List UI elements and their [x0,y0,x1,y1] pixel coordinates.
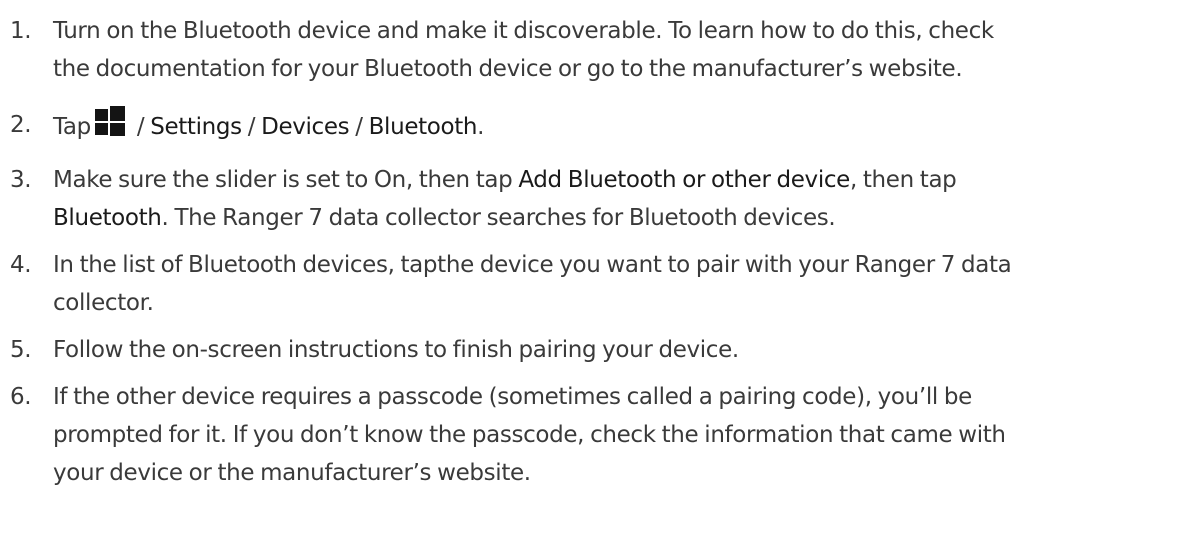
step-text-line: If the other device requires a passcode … [53,384,972,410]
step-text-line: your device or the manufacturer’s websit… [53,460,531,486]
step-text: , then tap [849,167,957,193]
step-text-line: the documentation for your Bluetooth dev… [53,56,963,82]
step-number: 3. [10,167,32,193]
step-number: 6. [10,384,32,410]
step-text-line: Follow the on-screen instructions to fin… [53,337,739,363]
instruction-steps: 1. Turn on the Bluetooth device and make… [0,12,1177,492]
step-2: 2. Tap / Settings / Devices / Bluetooth. [0,106,1177,146]
step-text: Tap [53,114,91,140]
step-text-line: Bluetooth. The Ranger 7 data collector s… [53,199,1177,237]
path-separator: / [241,114,262,140]
bluetooth-label: Bluetooth [368,114,478,140]
step-text-line: Make sure the slider is set to On, then … [53,161,1177,199]
step-number: 2. [10,112,32,138]
step-text: . [477,114,485,140]
add-bluetooth-device-label: Add Bluetooth or other device [518,167,850,193]
bluetooth-label: Bluetooth [53,205,162,231]
settings-label: Settings [150,114,242,140]
step-text: Make sure the slider is set to On, then … [53,167,519,193]
step-number: 1. [10,18,32,44]
devices-label: Devices [261,114,350,140]
step-text-line: Tap / Settings / Devices / Bluetooth. [53,106,1177,146]
windows-start-icon [94,106,125,136]
step-6: 6. If the other device requires a passco… [0,378,1177,492]
path-separator: / [349,114,369,140]
step-text-line: Turn on the Bluetooth device and make it… [53,18,994,44]
step-text-line: prompted for it. If you don’t know the p… [53,422,1006,448]
step-number: 4. [10,252,32,278]
step-3: 3. Make sure the slider is set to On, th… [0,161,1177,237]
step-number: 5. [10,337,32,363]
step-1: 1. Turn on the Bluetooth device and make… [0,12,1177,88]
step-text-line: In the list of Bluetooth devices, tapthe… [53,252,1012,278]
path-separator: / [130,114,151,140]
step-text-line: collector. [53,290,154,316]
step-4: 4. In the list of Bluetooth devices, tap… [0,246,1177,322]
step-5: 5. Follow the on-screen instructions to … [0,331,1177,369]
step-text: . The Ranger 7 data collector searches f… [161,205,836,231]
